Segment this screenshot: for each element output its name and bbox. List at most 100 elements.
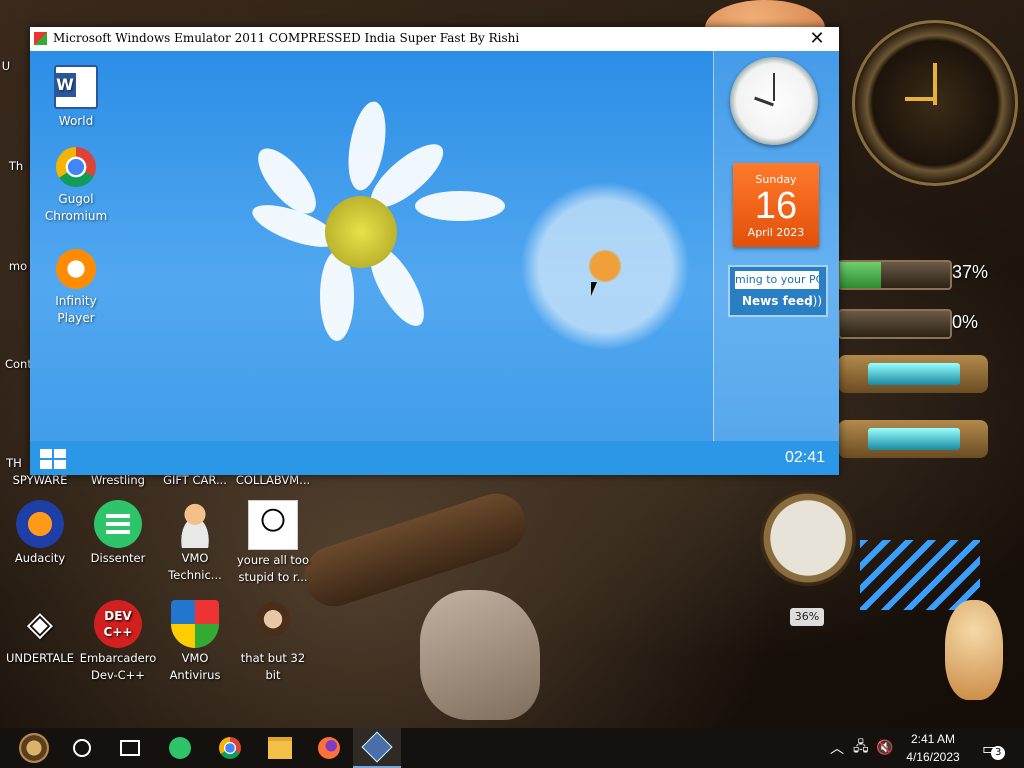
desktop-icon-portrait[interactable]: youre all too stupid to r...: [233, 500, 313, 586]
taskbar: ︿ 🖧 🔇 2:41 AM 4/16/2023 ▭ 3: [0, 728, 1024, 768]
partial-label-text: U: [1, 59, 11, 73]
calendar-day-number: 16: [754, 185, 798, 227]
news-feed-label: News feed: [742, 294, 813, 308]
news-ticker[interactable]: ming to your PC: [735, 271, 819, 289]
steampunk-start-button[interactable]: [10, 728, 58, 768]
window-title: Microsoft Windows Emulator 2011 COMPRESS…: [53, 31, 520, 45]
notification-count: 3: [991, 746, 1006, 760]
icon-label: VMO Antivirus: [169, 651, 221, 682]
drive-tube-gauge: [838, 420, 988, 458]
mouse-cursor: [591, 282, 597, 296]
clock-hour-hand: [754, 96, 774, 107]
emu-icon-world[interactable]: W World: [41, 65, 111, 130]
emulator-taskbar: 02:41: [30, 441, 839, 475]
daisy-small: [520, 181, 690, 351]
taskbar-firefox[interactable]: [305, 728, 353, 768]
news-feed-gadget[interactable]: ming to your PC News feed ))): [728, 265, 828, 317]
window-titlebar[interactable]: Microsoft Windows Emulator 2011 COMPRESS…: [30, 27, 839, 51]
clock-minute-hand: [773, 73, 775, 101]
taskbar-virtualbox[interactable]: [353, 728, 401, 768]
icon-label: Infinity Player: [55, 294, 97, 325]
chrome-icon: [219, 737, 241, 759]
icon-label: UNDERTALE: [6, 651, 74, 665]
cortana-circle-icon: [73, 739, 91, 757]
notification-center-button[interactable]: ▭ 3: [982, 728, 1006, 768]
cortana-button[interactable]: [58, 728, 106, 768]
desktop-icon-vmo-technician[interactable]: VMO Technic...: [155, 500, 235, 584]
volume-tray[interactable]: 🔇: [876, 728, 893, 768]
desktop-icon-devcpp[interactable]: DEV C++ Embarcadero Dev-C++: [78, 600, 158, 684]
tube-glass: [868, 428, 960, 450]
icon-label: that but 32 bit: [240, 651, 306, 682]
desktop-icon-undertale[interactable]: ◈ UNDERTALE: [0, 600, 80, 667]
file-explorer-icon: [268, 737, 292, 759]
taskbar-clock[interactable]: 2:41 AM 4/16/2023: [898, 730, 968, 766]
petal: [415, 191, 505, 221]
steampunk-clock-widget[interactable]: [852, 20, 1018, 186]
close-button[interactable]: ✕: [795, 27, 839, 51]
icon-label: VMO Technic...: [168, 551, 222, 582]
word-icon: W: [54, 65, 98, 109]
vmo-technician-icon: [171, 500, 219, 548]
daisy-large: [230, 98, 510, 361]
icon-label: youre all too stupid to r...: [236, 553, 309, 584]
icon-label: Dissenter: [90, 551, 146, 565]
dissenter-icon: [169, 737, 191, 759]
clock-gadget[interactable]: [730, 57, 818, 145]
audacity-icon: [16, 500, 64, 548]
desktop-icon-dissenter[interactable]: Dissenter: [78, 500, 158, 567]
drive-tube-gauge: [838, 355, 988, 393]
desktop-icon-vmo-antivirus[interactable]: VMO Antivirus: [155, 600, 235, 684]
ram-gauge: [838, 309, 952, 339]
daisy-center: [325, 196, 397, 268]
volume-muted-icon: 🔇: [876, 740, 894, 756]
virtualbox-icon: [361, 731, 393, 763]
icon-label: Gugol Chromium: [44, 192, 108, 223]
taskbar-dissenter[interactable]: [156, 728, 204, 768]
emulator-window[interactable]: Microsoft Windows Emulator 2011 COMPRESS…: [30, 27, 839, 475]
tube-glass: [868, 363, 960, 385]
pressure-gauge: [760, 490, 856, 586]
show-hidden-icons[interactable]: ︿: [830, 728, 844, 768]
rss-icon: ))): [808, 294, 823, 308]
clock-hour-hand: [905, 97, 937, 101]
calendar-gadget[interactable]: Sunday 16 April 2023: [733, 163, 819, 247]
firefox-icon: [318, 737, 340, 759]
pressure-gauge-readout: 36%: [790, 608, 824, 626]
devcpp-icon: DEV C++: [94, 600, 142, 648]
dissenter-icon: [94, 500, 142, 548]
taskbar-chrome[interactable]: [206, 728, 254, 768]
blue-pipes-decoration: [860, 540, 980, 610]
steampunk-start-icon: [19, 733, 49, 763]
emulator-screen[interactable]: W World Gugol Chromium Infinity Player S…: [30, 51, 839, 475]
icon-label: Audacity: [14, 551, 66, 565]
icon-label: GIFT CAR...: [163, 473, 227, 487]
icon-label: Embarcadero Dev-C++: [79, 651, 157, 682]
chromium-icon: [56, 147, 96, 187]
task-view-button[interactable]: [106, 728, 154, 768]
emulator-taskbar-clock[interactable]: 02:41: [785, 449, 825, 467]
media-player-icon: [56, 249, 96, 289]
taskbar-date: 4/16/2023: [906, 750, 960, 764]
emulator-start-button[interactable]: [40, 449, 66, 469]
taskbar-file-explorer[interactable]: [256, 728, 304, 768]
chevron-up-icon: ︿: [830, 741, 844, 757]
ram-gauge-percent: 0%: [952, 312, 979, 332]
desktop-icon-audacity[interactable]: Audacity: [0, 500, 80, 567]
portrait2-icon: [249, 600, 297, 648]
cpu-gauge-percent: 37%: [952, 262, 989, 282]
gauge-fill: [840, 262, 881, 288]
icon-label: SPYWARE: [12, 473, 68, 487]
partial-label-text: Th: [8, 159, 24, 173]
emu-icon-gugol-chromium[interactable]: Gugol Chromium: [41, 147, 111, 225]
desktop-icon-portrait2[interactable]: that but 32 bit: [233, 600, 313, 684]
partial-label-text: TH: [6, 456, 22, 470]
network-tray[interactable]: 🖧: [853, 728, 869, 768]
unity-icon: ◈: [26, 603, 54, 644]
wallpaper-hand: [420, 590, 540, 720]
icon-label: Wrestling: [91, 473, 145, 487]
portrait-icon: [248, 500, 298, 550]
taskbar-time: 2:41 AM: [910, 732, 956, 746]
emu-icon-infinity-player[interactable]: Infinity Player: [41, 249, 111, 327]
app-icon: [34, 32, 47, 45]
